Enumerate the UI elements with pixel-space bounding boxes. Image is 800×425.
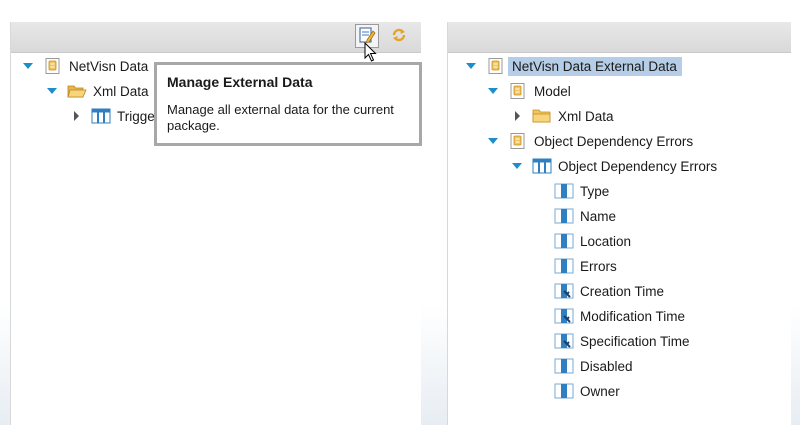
tree-node-label: Location [580, 233, 632, 249]
tree-node-object-dependency-errors[interactable]: Object Dependency Errors [486, 130, 693, 152]
expand-toggle[interactable] [45, 84, 59, 98]
tooltip-body: Manage all external data for the current… [167, 102, 394, 133]
column-icon [554, 256, 574, 276]
tree-node-column-name[interactable]: Name [554, 205, 616, 227]
table-icon [91, 106, 111, 126]
screen: { "colors": {"accent":"#1d8ecb","selecti… [0, 0, 800, 425]
tree-node-label: Specification Time [580, 333, 690, 349]
column-icon [554, 231, 574, 251]
tooltip: Manage External Data Manage all external… [154, 62, 422, 146]
chevron-right-icon [515, 111, 520, 121]
right-panel: NetVisn Data External Data Model Xml Dat… [447, 22, 791, 425]
tree-node-column-type[interactable]: Type [554, 180, 609, 202]
tree-node-label: Name [580, 208, 617, 224]
expand-toggle[interactable] [486, 134, 500, 148]
refresh-icon [390, 26, 408, 47]
tree-node-label: NetVisn Data External Data [508, 56, 682, 76]
expand-toggle[interactable] [464, 59, 478, 73]
chevron-down-icon [23, 63, 33, 69]
column-icon [554, 381, 574, 401]
column-icon [554, 181, 574, 201]
tree-node-netvisn-external-data[interactable]: NetVisn Data External Data [464, 55, 682, 77]
tree-node-label: Type [580, 183, 610, 199]
tree-node-column-creation-time[interactable]: Creation Time [554, 280, 664, 302]
chevron-down-icon [488, 88, 498, 94]
tree-node-column-disabled[interactable]: Disabled [554, 355, 633, 377]
chevron-down-icon [47, 88, 57, 94]
left-toolbar [11, 22, 421, 53]
tree-node-label: Object Dependency Errors [534, 133, 694, 149]
column-icon [554, 356, 574, 376]
table-icon [532, 156, 552, 176]
tree-node-label: Xml Data [93, 83, 149, 99]
data-source-icon [508, 81, 528, 101]
key-column-icon [554, 306, 574, 326]
chevron-down-icon [466, 63, 476, 69]
tree-node-column-location[interactable]: Location [554, 230, 631, 252]
expand-toggle[interactable] [69, 109, 83, 123]
chevron-down-icon [488, 138, 498, 144]
tree-node-column-owner[interactable]: Owner [554, 380, 620, 402]
chevron-right-icon [74, 111, 79, 121]
tree-node-label: Errors [580, 258, 617, 274]
tree-node-label: Modification Time [580, 308, 686, 324]
expand-toggle[interactable] [510, 109, 524, 123]
tree-node-label: Model [534, 83, 571, 99]
tree-node-netvisn-data[interactable]: NetVisn Data [21, 55, 148, 77]
tree-node-xml-data[interactable]: Xml Data [45, 80, 149, 102]
tree-node-label: Trigge [117, 108, 155, 124]
tree-node-label: Disabled [580, 358, 633, 374]
data-source-icon [508, 131, 528, 151]
tree-node-label: Xml Data [558, 108, 614, 124]
tree-node-column-specification-time[interactable]: Specification Time [554, 330, 690, 352]
tooltip-title: Manage External Data [167, 74, 313, 90]
right-toolbar [448, 22, 791, 53]
tree-node-xml-data[interactable]: Xml Data [510, 105, 614, 127]
key-column-icon [554, 331, 574, 351]
chevron-down-icon [512, 163, 522, 169]
data-source-icon [43, 56, 63, 76]
column-icon [554, 206, 574, 226]
tree-node-label: Owner [580, 383, 620, 399]
folder-open-icon [67, 81, 87, 101]
tree-node-object-dependency-errors-table[interactable]: Object Dependency Errors [510, 155, 717, 177]
tree-node-label: Object Dependency Errors [558, 158, 718, 174]
tree-node-column-modification-time[interactable]: Modification Time [554, 305, 685, 327]
refresh-button[interactable] [387, 24, 411, 48]
folder-icon [532, 106, 552, 126]
expand-toggle[interactable] [486, 84, 500, 98]
data-source-icon [486, 56, 506, 76]
tree-node-trigger[interactable]: Trigge [69, 105, 155, 127]
tree-node-label: Creation Time [580, 283, 665, 299]
expand-toggle[interactable] [510, 159, 524, 173]
tree-node-column-errors[interactable]: Errors [554, 255, 617, 277]
key-column-icon [554, 281, 574, 301]
tree-node-label: NetVisn Data [69, 58, 149, 74]
tree-node-model[interactable]: Model [486, 80, 571, 102]
expand-toggle[interactable] [21, 59, 35, 73]
